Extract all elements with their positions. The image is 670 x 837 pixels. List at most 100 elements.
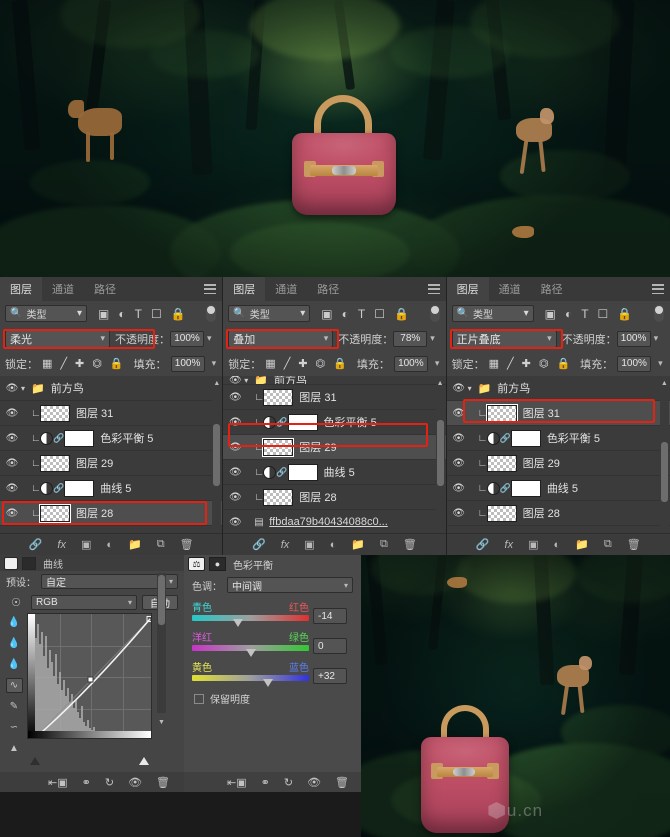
layer-row-selected[interactable]: 👁 ∟ 图层 28	[0, 501, 223, 526]
fill-value[interactable]: 100%	[393, 355, 428, 372]
layer-row[interactable]: 👁 ∟ 图层 31	[223, 385, 446, 410]
adjustment-thumbnail[interactable]	[486, 481, 500, 495]
filter-toggle[interactable]	[206, 305, 217, 322]
cyan-red-slider-knob[interactable]	[232, 619, 243, 627]
magenta-green-slider-knob[interactable]	[245, 649, 256, 657]
tab-paths[interactable]: 路径	[307, 277, 350, 301]
adjustment-thumbnail[interactable]	[263, 415, 277, 429]
clip-to-layer-icon[interactable]: ⇤▣	[227, 776, 247, 789]
reset-icon[interactable]: ↻	[284, 776, 293, 789]
fill-value[interactable]: 100%	[170, 355, 205, 372]
text-layer-icon[interactable]: T	[581, 308, 588, 320]
visibility-icon[interactable]: 👁	[3, 408, 21, 419]
filter-toggle[interactable]	[429, 305, 440, 322]
properties-icon[interactable]	[4, 556, 18, 570]
visibility-icon[interactable]: 👁	[450, 508, 468, 519]
mask-icon[interactable]: ▣	[304, 538, 314, 551]
shape-layer-icon[interactable]: ☐	[598, 308, 609, 320]
layer-mask-thumbnail[interactable]	[287, 463, 318, 481]
cyan-red-value[interactable]: -14	[313, 608, 347, 624]
smooth-icon[interactable]: ∽	[6, 720, 23, 735]
lock-position-icon[interactable]: ✚	[298, 357, 307, 370]
layer-row[interactable]: 👁 ∟ 🔗 曲线 5	[446, 476, 670, 501]
curve-point-tool-icon[interactable]: ∿	[5, 678, 23, 693]
adjustment-thumbnail[interactable]	[486, 431, 500, 445]
mask-icon[interactable]: ▣	[528, 538, 538, 551]
link-mask-icon[interactable]: 🔗	[276, 417, 287, 428]
visibility-icon[interactable]: 👁	[450, 458, 468, 469]
adjustment-thumbnail[interactable]	[263, 465, 277, 479]
delete-icon[interactable]: 🗑	[335, 776, 349, 789]
pixel-layer-icon[interactable]: ▣	[545, 308, 556, 320]
delete-icon[interactable]: 🗑	[180, 538, 194, 551]
tab-layers[interactable]: 图层	[0, 277, 42, 301]
chevron-down-icon[interactable]: ▾	[658, 358, 663, 369]
channel-select[interactable]: RGB ▾	[31, 595, 137, 610]
filter-type-select[interactable]: 🔍 类型 ▾	[451, 305, 534, 322]
pixel-layer-icon[interactable]: ▣	[98, 308, 109, 320]
layer-thumbnail[interactable]	[40, 454, 70, 472]
layers-scrollbar[interactable]	[435, 390, 445, 528]
visibility-icon[interactable]: 👁	[226, 442, 244, 453]
layer-thumbnail[interactable]	[39, 503, 71, 523]
layer-thumbnail[interactable]	[262, 437, 295, 457]
fx-icon[interactable]: fx	[57, 539, 66, 551]
shape-layer-icon[interactable]: ☐	[374, 308, 385, 320]
scroll-up-arrow[interactable]: ▲	[212, 378, 221, 389]
tab-channels[interactable]: 通道	[488, 277, 531, 301]
blend-mode-select[interactable]: 叠加 ▾	[228, 329, 334, 348]
visibility-icon[interactable]: 👁	[450, 408, 468, 419]
layer-row[interactable]: 👁 ∟ 🔗 曲线 5	[0, 476, 223, 501]
clip-warning-icon[interactable]: ▲	[6, 741, 23, 756]
blend-mode-select[interactable]: 正片叠底 ▾	[451, 329, 557, 348]
pixel-layer-icon[interactable]: ▣	[321, 308, 332, 320]
layer-mask-thumbnail[interactable]	[64, 479, 95, 497]
yellow-blue-slider-knob[interactable]	[263, 679, 274, 687]
adjustment-icon[interactable]: ◐	[106, 539, 113, 551]
visibility-icon[interactable]: 👁	[3, 433, 21, 444]
lock-transparent-icon[interactable]: ▦	[489, 357, 499, 370]
chevron-down-icon[interactable]: ▾	[212, 358, 217, 369]
shape-layer-icon[interactable]: ☐	[151, 308, 162, 320]
tab-channels[interactable]: 通道	[265, 277, 308, 301]
layer-thumbnail[interactable]	[263, 488, 294, 506]
delete-icon[interactable]: 🗑	[627, 538, 641, 551]
layer-row-selected[interactable]: 👁 ∟ 图层 31	[446, 401, 670, 426]
lock-position-icon[interactable]: ✚	[522, 357, 531, 370]
layer-row[interactable]: 👁 ∟ 🔗 曲线 5	[223, 460, 446, 485]
curves-scrollbar[interactable]	[157, 573, 166, 713]
target-adjust-icon[interactable]: ☉	[6, 596, 26, 609]
opacity-value[interactable]: 100%	[616, 330, 651, 347]
text-layer-icon[interactable]: T	[358, 308, 365, 320]
tab-layers[interactable]: 图层	[223, 277, 266, 301]
lock-artboard-icon[interactable]: ⏣	[316, 357, 326, 370]
color-balance-icon[interactable]: ⚖	[188, 557, 205, 571]
view-previous-icon[interactable]: ⚭	[82, 776, 91, 789]
visibility-icon[interactable]: 👁	[226, 392, 244, 403]
black-point-eyedropper-icon[interactable]: 💧	[6, 615, 23, 630]
tab-paths[interactable]: 路径	[530, 277, 573, 301]
cyan-red-slider-track[interactable]	[192, 615, 309, 627]
link-mask-icon[interactable]: 🔗	[53, 433, 64, 444]
layer-row[interactable]: 👁 ▤ ffbdaa79b40434088c0...	[223, 510, 446, 535]
visibility-icon[interactable]: 👁	[450, 433, 468, 444]
scrollbar-thumb[interactable]	[213, 424, 221, 486]
panel-menu-icon[interactable]	[427, 284, 440, 294]
lock-transparent-icon[interactable]: ▦	[42, 357, 52, 370]
layer-row[interactable]: 👁 ∟ 图层 28	[446, 501, 670, 526]
fx-icon[interactable]: fx	[281, 539, 290, 551]
blend-mode-select[interactable]: 柔光 ▾	[5, 329, 110, 348]
lock-artboard-icon[interactable]: ⏣	[92, 357, 102, 370]
adjustment-layer-icon[interactable]: ◐	[565, 308, 572, 320]
visibility-icon[interactable]: 👁	[450, 383, 468, 394]
link-icon[interactable]: 🔗	[476, 538, 490, 551]
chevron-down-icon[interactable]: ▾	[468, 384, 478, 393]
scroll-down-arrow[interactable]: ▼	[157, 717, 166, 728]
visibility-icon[interactable]: 👁	[3, 383, 21, 394]
panel-menu-icon[interactable]	[204, 284, 217, 294]
yellow-blue-slider-track[interactable]	[192, 675, 309, 687]
layer-row[interactable]: 👁 ∟ 图层 31	[0, 401, 223, 426]
layers-scrollbar[interactable]	[212, 390, 222, 528]
fx-icon[interactable]: fx	[505, 539, 514, 551]
adjustment-layer-icon[interactable]: ◐	[342, 308, 349, 320]
